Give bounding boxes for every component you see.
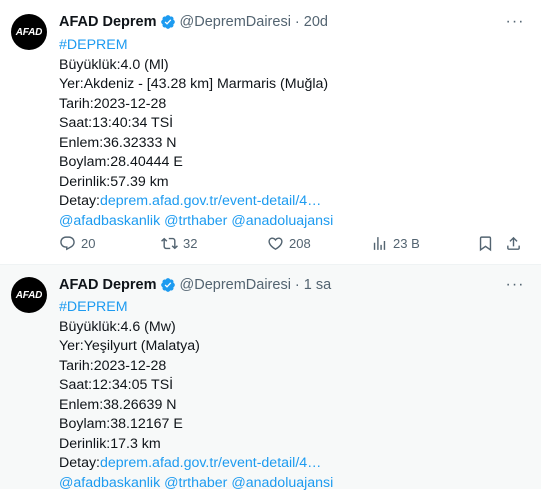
- views-chart-icon: [371, 235, 388, 252]
- date-line: Tarih:2023-12-28: [59, 357, 527, 377]
- avatar[interactable]: AFAD: [11, 14, 47, 50]
- like-count: 208: [289, 236, 311, 251]
- hashtag-link[interactable]: #DEPREM: [59, 298, 527, 318]
- location-line: Yer:Yeşilyurt (Malatya): [59, 337, 527, 357]
- tweet[interactable]: AFAD AFAD Deprem @DepremDairesi · 20d ··…: [0, 0, 541, 265]
- tweet-actions: 20 32 208 23 B: [59, 235, 527, 255]
- depth-line: Derinlik:57.39 km: [59, 173, 527, 193]
- magnitude-line: Büyüklük:4.6 (Mw): [59, 318, 527, 338]
- separator-dot: ·: [295, 277, 300, 293]
- tweet-timestamp[interactable]: 1 sa: [304, 277, 331, 293]
- location-line: Yer:Akdeniz - [43.28 km] Marmaris (Muğla…: [59, 75, 527, 95]
- retweet-button[interactable]: 32: [161, 235, 197, 252]
- author-handle[interactable]: @DepremDairesi: [180, 14, 291, 30]
- detail-line: Detay:deprem.afad.gov.tr/event-detail/4…: [59, 454, 527, 474]
- reply-button[interactable]: 20: [59, 235, 95, 252]
- like-button[interactable]: 208: [267, 235, 311, 252]
- verified-badge-icon: [160, 277, 176, 293]
- time-line: Saat:12:34:05 TSİ: [59, 376, 527, 396]
- retweet-count: 32: [183, 236, 197, 251]
- detail-line: Detay:deprem.afad.gov.tr/event-detail/4…: [59, 192, 527, 212]
- avatar[interactable]: AFAD: [11, 277, 47, 313]
- tweet-text: #DEPREM Büyüklük:4.6 (Mw) Yer:Yeşilyurt …: [59, 298, 527, 493]
- author-name[interactable]: AFAD Deprem: [59, 14, 157, 30]
- reply-count: 20: [81, 236, 95, 251]
- latitude-line: Enlem:38.26639 N: [59, 396, 527, 416]
- share-icon: [505, 235, 522, 252]
- author-handle[interactable]: @DepremDairesi: [180, 277, 291, 293]
- detail-link[interactable]: deprem.afad.gov.tr/event-detail/4…: [100, 455, 321, 471]
- verified-badge-icon: [160, 14, 176, 30]
- tweet[interactable]: AFAD AFAD Deprem @DepremDairesi · 1 sa ·…: [0, 265, 541, 489]
- bookmark-button[interactable]: [477, 235, 499, 252]
- mentions-line[interactable]: @afadbaskanlik @trthaber @anadoluajansi: [59, 212, 527, 232]
- heart-icon: [267, 235, 284, 252]
- date-line: Tarih:2023-12-28: [59, 95, 527, 115]
- share-button[interactable]: [505, 235, 527, 252]
- magnitude-line: Büyüklük:4.0 (Ml): [59, 56, 527, 76]
- detail-link[interactable]: deprem.afad.gov.tr/event-detail/4…: [100, 193, 321, 209]
- bookmark-icon: [477, 235, 494, 252]
- hashtag-link[interactable]: #DEPREM: [59, 36, 527, 56]
- tweet-timestamp[interactable]: 20d: [304, 14, 328, 30]
- time-line: Saat:13:40:34 TSİ: [59, 114, 527, 134]
- detail-prefix: Detay:: [59, 193, 100, 209]
- tweet-header: AFAD Deprem @DepremDairesi · 20d: [59, 14, 527, 30]
- more-options-icon[interactable]: ···: [505, 277, 525, 293]
- reply-icon: [59, 235, 76, 252]
- depth-line: Derinlik:17.3 km: [59, 435, 527, 455]
- latitude-line: Enlem:36.32333 N: [59, 134, 527, 154]
- longitude-line: Boylam:38.12167 E: [59, 415, 527, 435]
- separator-dot: ·: [295, 14, 300, 30]
- author-name[interactable]: AFAD Deprem: [59, 277, 157, 293]
- views-count: 23 B: [393, 236, 420, 251]
- more-options-icon[interactable]: ···: [505, 14, 525, 30]
- views-button[interactable]: 23 B: [371, 235, 420, 252]
- retweet-icon: [161, 235, 178, 252]
- longitude-line: Boylam:28.40444 E: [59, 153, 527, 173]
- tweet-header: AFAD Deprem @DepremDairesi · 1 sa: [59, 277, 527, 293]
- mentions-line[interactable]: @afadbaskanlik @trthaber @anadoluajansi: [59, 474, 527, 493]
- tweet-text: #DEPREM Büyüklük:4.0 (Ml) Yer:Akdeniz - …: [59, 36, 527, 231]
- detail-prefix: Detay:: [59, 455, 100, 471]
